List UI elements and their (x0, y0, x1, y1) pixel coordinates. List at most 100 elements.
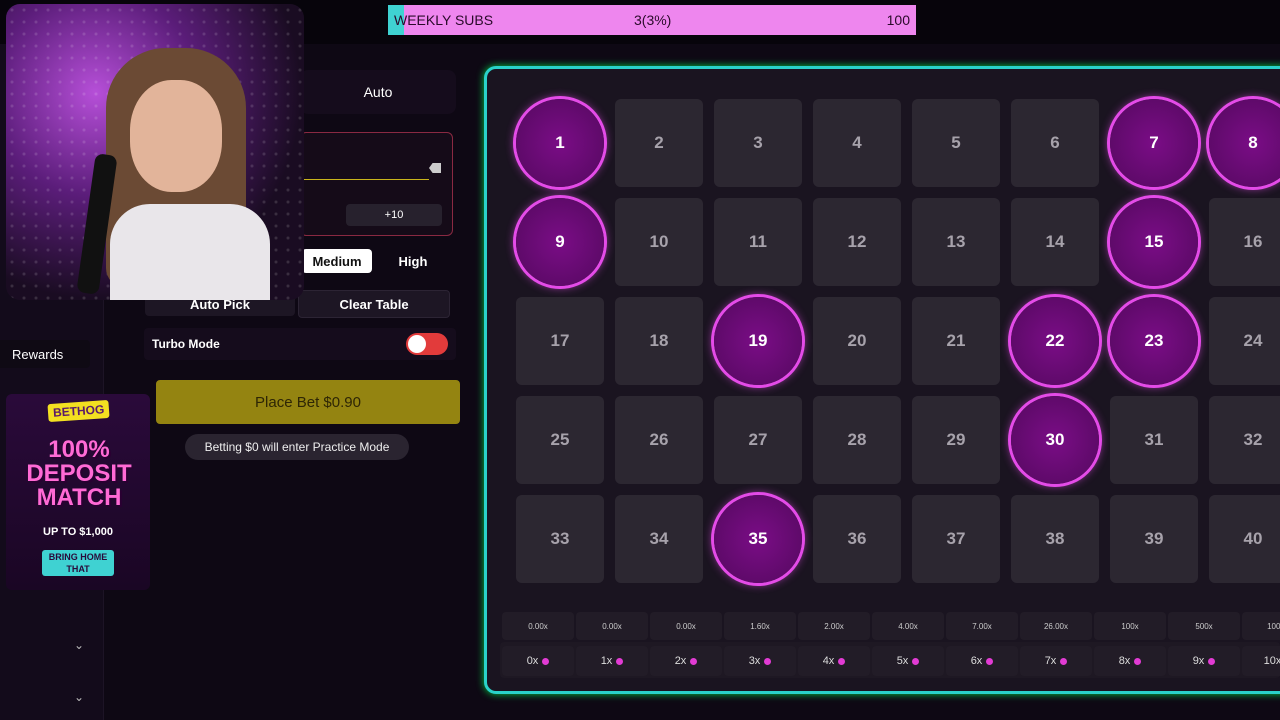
hit-count-label: 8x (1118, 655, 1131, 667)
hit-count-label: 0x (526, 655, 539, 667)
keno-tile-19[interactable]: 19 (714, 297, 802, 385)
practice-mode-note: Betting $0 will enter Practice Mode (185, 434, 409, 460)
payout-cell: 0.00x (650, 612, 722, 640)
gem-icon (764, 657, 772, 665)
promo-brand: BETHOG (47, 399, 110, 423)
keno-tile-4[interactable]: 4 (813, 99, 901, 187)
gem-icon (542, 657, 550, 665)
keno-tile-9[interactable]: 9 (516, 198, 604, 286)
hit-count-label: 1x (600, 655, 613, 667)
hit-count-cell: 3x (724, 646, 796, 676)
keno-tile-23[interactable]: 23 (1110, 297, 1198, 385)
hit-count-label: 6x (970, 655, 983, 667)
screen: WEEKLY SUBS 3(3%) 100 Rewards BETHOG 100… (0, 0, 1280, 720)
streamer-shirt (110, 204, 270, 300)
payout-cell: 0.00x (502, 612, 574, 640)
gem-icon (1208, 657, 1216, 665)
gem-icon (616, 657, 624, 665)
keno-tile-2[interactable]: 2 (615, 99, 703, 187)
hit-count-label: 9x (1192, 655, 1205, 667)
keno-tile-16[interactable]: 16 (1209, 198, 1280, 286)
hit-count-cell: 7x (1020, 646, 1092, 676)
bet-amount-input-underline (301, 179, 429, 180)
keno-tile-27[interactable]: 27 (714, 396, 802, 484)
keno-tile-1[interactable]: 1 (516, 99, 604, 187)
rewards-button[interactable]: Rewards (0, 340, 90, 368)
gem-icon (912, 657, 920, 665)
weekly-subs-bar: WEEKLY SUBS 3(3%) 100 (388, 5, 916, 35)
payout-cell: 100x (1094, 612, 1166, 640)
keno-tile-35[interactable]: 35 (714, 495, 802, 583)
gem-icon (1060, 657, 1068, 665)
payout-cell: 500x (1168, 612, 1240, 640)
weekly-subs-goal: 100 (886, 12, 910, 28)
keno-tile-25[interactable]: 25 (516, 396, 604, 484)
keno-tile-14[interactable]: 14 (1011, 198, 1099, 286)
keno-tile-21[interactable]: 21 (912, 297, 1000, 385)
keno-tile-31[interactable]: 31 (1110, 396, 1198, 484)
hit-count-cell: 6x (946, 646, 1018, 676)
keno-tile-7[interactable]: 7 (1110, 99, 1198, 187)
keno-tile-40[interactable]: 40 (1209, 495, 1280, 583)
gem-icon (838, 657, 846, 665)
plus-ten-button[interactable]: +10 (346, 204, 442, 226)
hit-count-label: 3x (748, 655, 761, 667)
turbo-mode-row: Turbo Mode (144, 328, 456, 360)
keno-tile-12[interactable]: 12 (813, 198, 901, 286)
keno-tile-39[interactable]: 39 (1110, 495, 1198, 583)
clear-input-icon[interactable] (429, 163, 441, 173)
payout-cell: 1000x (1242, 612, 1280, 640)
keno-tile-30[interactable]: 30 (1011, 396, 1099, 484)
payout-cell: 2.00x (798, 612, 870, 640)
hit-count-cell: 10x (1242, 646, 1280, 676)
chevron-down-icon[interactable]: ⌄ (72, 690, 86, 704)
place-bet-button[interactable]: Place Bet $0.90 (156, 380, 460, 424)
tab-auto[interactable]: Auto (300, 70, 456, 114)
keno-tile-17[interactable]: 17 (516, 297, 604, 385)
hit-count-cell: 8x (1094, 646, 1166, 676)
webcam-overlay (6, 4, 304, 300)
keno-tile-10[interactable]: 10 (615, 198, 703, 286)
hit-count-cell: 0x (502, 646, 574, 676)
keno-tile-22[interactable]: 22 (1011, 297, 1099, 385)
keno-tile-37[interactable]: 37 (912, 495, 1000, 583)
keno-tile-24[interactable]: 24 (1209, 297, 1280, 385)
keno-tile-26[interactable]: 26 (615, 396, 703, 484)
hit-count-label: 7x (1044, 655, 1057, 667)
keno-tile-36[interactable]: 36 (813, 495, 901, 583)
hit-count-cell: 5x (872, 646, 944, 676)
payout-cell: 0.00x (576, 612, 648, 640)
hit-count-label: 10x (1263, 655, 1280, 667)
keno-tile-38[interactable]: 38 (1011, 495, 1099, 583)
keno-tile-20[interactable]: 20 (813, 297, 901, 385)
turbo-mode-toggle[interactable] (406, 333, 448, 355)
keno-tile-15[interactable]: 15 (1110, 198, 1198, 286)
payout-cell: 26.00x (1020, 612, 1092, 640)
keno-tile-3[interactable]: 3 (714, 99, 802, 187)
keno-tile-34[interactable]: 34 (615, 495, 703, 583)
chevron-down-icon[interactable]: ⌄ (72, 638, 86, 652)
risk-high-button[interactable]: High (378, 249, 448, 273)
keno-tile-18[interactable]: 18 (615, 297, 703, 385)
weekly-subs-label: WEEKLY SUBS (394, 12, 494, 28)
keno-tile-11[interactable]: 11 (714, 198, 802, 286)
risk-medium-button[interactable]: Medium (302, 249, 372, 273)
hit-count-cell: 4x (798, 646, 870, 676)
payout-cell: 1.60x (724, 612, 796, 640)
hit-count-cell: 9x (1168, 646, 1240, 676)
keno-tile-33[interactable]: 33 (516, 495, 604, 583)
clear-table-button[interactable]: Clear Table (298, 290, 450, 318)
keno-tile-13[interactable]: 13 (912, 198, 1000, 286)
keno-tile-29[interactable]: 29 (912, 396, 1000, 484)
turbo-mode-label: Turbo Mode (152, 337, 220, 351)
payout-cell: 4.00x (872, 612, 944, 640)
payout-cell: 7.00x (946, 612, 1018, 640)
keno-tile-32[interactable]: 32 (1209, 396, 1280, 484)
hit-count-label: 2x (674, 655, 687, 667)
gem-icon (986, 657, 994, 665)
keno-tile-28[interactable]: 28 (813, 396, 901, 484)
hit-count-label: 5x (896, 655, 909, 667)
keno-tile-6[interactable]: 6 (1011, 99, 1099, 187)
keno-tile-5[interactable]: 5 (912, 99, 1000, 187)
hit-count-cell: 2x (650, 646, 722, 676)
